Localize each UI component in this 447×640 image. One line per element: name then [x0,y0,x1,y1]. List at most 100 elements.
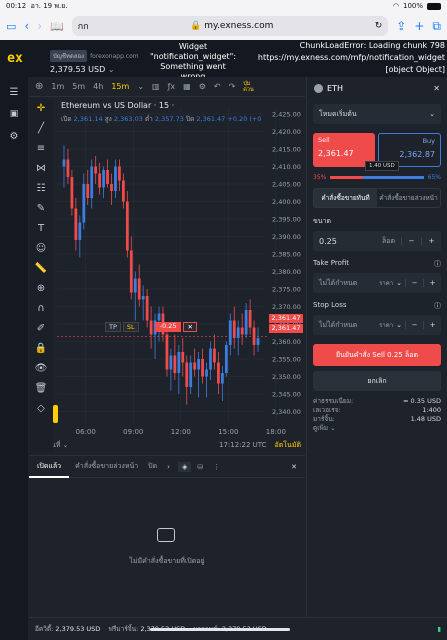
info-icon[interactable]: ⓘ [434,259,441,269]
candle-body [224,345,228,373]
calendar-icon[interactable]: ▣ [0,103,28,125]
settings-icon[interactable]: ⚙ [0,125,28,147]
layers-icon[interactable]: ◈ [177,461,192,472]
settings-icon[interactable]: ⚙ [199,82,206,91]
ohlc-label: เปิด [61,115,72,123]
crosshair-icon[interactable]: ✛ [29,98,53,118]
more-icon[interactable]: ⋮ [213,463,220,471]
sidebar-icon[interactable]: ▭ [6,20,16,33]
ruler-icon[interactable]: 📏 [29,258,53,278]
publish-button[interactable]: ปุ่ม ด่วน [243,81,253,93]
plus-button[interactable]: + [421,237,441,245]
tp-button[interactable]: TP [105,322,121,332]
indicators-icon[interactable]: ƒx [168,82,176,91]
new-tab-icon[interactable]: + [414,19,424,33]
star-icon[interactable]: ◇ [29,398,53,418]
cancel-button[interactable]: ยกเลิก [313,371,441,391]
fib-icon[interactable]: ☷ [29,178,53,198]
candle-body [220,373,224,384]
timeframe-5m[interactable]: 5m [72,82,85,91]
candle-body [205,369,208,377]
text-icon[interactable]: T [29,218,53,238]
price-tick-label: 2,415.00 [272,146,301,154]
tp-unit: ราคา [379,280,394,287]
sentiment-bar [330,176,424,179]
tab-market-order[interactable]: คำสั่งซื้อขายทันที [314,189,377,207]
pattern-icon[interactable]: ⋈ [29,158,53,178]
account-selector[interactable]: บัญชีทดลอง forexonapp.com 2,379.53 USD ⌄ [50,43,139,74]
plus-button[interactable]: + [423,321,441,329]
collapse-toolbar-handle[interactable] [53,405,58,423]
close-icon[interactable]: ✕ [291,463,297,471]
candle-body [114,166,117,191]
layout-icon[interactable]: ▦ [183,82,191,91]
price-chart[interactable]: 2,425.00 2,420.00 2,415.00 2,410.00 2,405.00… [29,97,305,457]
take-profit-field[interactable]: ไม่ได้กำหนด ราคา ⌄ − + [313,273,441,293]
url-text: my.exness.com [204,21,274,31]
chevron-down-icon[interactable]: ⌄ [137,82,144,91]
tab-closed[interactable]: ปิด [144,461,161,472]
error-line: https://my.exness.com/mfp/notification_w… [257,53,445,62]
address-bar[interactable]: กก 🔒 my.exness.com ↻ [71,16,389,36]
stop-loss-field[interactable]: ไม่ได้กำหนด ราคา ⌄ − + [313,315,441,335]
emoji-icon[interactable]: ☺ [29,238,53,258]
share-icon[interactable]: ⇪ [396,19,406,33]
trend-line-icon[interactable]: ╱ [29,118,53,138]
auto-scale-button[interactable]: อัตโนมัติ [275,440,301,451]
more-link[interactable]: ดูเพิ่ม [313,424,328,432]
chevron-right-icon[interactable]: › [167,463,170,471]
reader-icon[interactable]: 📖 [50,20,64,33]
order-info: ค่าธรรมเนียม: ≈ 0.35 USD เลเวอเรจ: 1:400 ม… [313,397,441,433]
info-icon[interactable]: ⓘ [434,301,441,311]
plus-button[interactable]: + [423,279,441,287]
order-mode-select[interactable]: โหมดเริ่มต้น ⌄ [313,104,441,124]
candle-body [86,184,90,198]
tab-open-positions[interactable]: เปิดแล้ว [29,456,70,478]
free-margin-label: ฟรีมาร์จิ้น: [108,625,139,633]
chevron-down-icon: ⌄ [396,279,402,287]
tab-pending-order[interactable]: คำสั่งซื้อขายล่วงหน้า [377,189,440,207]
time-tick-label: 06:00 [76,428,96,436]
minus-button[interactable]: − [405,279,423,287]
candle-body [106,170,109,184]
zoom-icon[interactable]: ⊕ [29,278,53,298]
lock-icon[interactable]: 🔒 [29,338,53,358]
archive-icon[interactable]: ⛁ [193,462,207,472]
candle-body [169,355,173,370]
add-symbol-icon[interactable]: ⊕ [35,81,43,92]
volume-field[interactable]: 0.25 ล็อต − + [313,231,441,251]
timeframe-4h[interactable]: 4h [93,82,103,91]
candle-body [185,362,189,387]
close-position-icon[interactable]: ✕ [183,322,197,332]
candle-body [177,352,181,373]
lock-drawings-icon[interactable]: ✐ [29,318,53,338]
timeframe-1m[interactable]: 1m [51,82,64,91]
utc-clock: 17:12:22 UTC [218,441,267,449]
candles-icon[interactable]: ▥ [152,82,160,91]
forward-icon[interactable]: › [37,19,42,33]
sl-button[interactable]: SL [122,322,139,332]
confirm-sell-button[interactable]: ยืนยันคำสั่ง Sell 0.25 ล็อต [313,344,441,366]
minus-button[interactable]: − [401,237,421,245]
minus-button[interactable]: − [405,321,423,329]
timeframe-15m[interactable]: 15m [111,82,129,91]
brush-icon[interactable]: ✎ [29,198,53,218]
trash-icon[interactable]: 🗑 [29,378,53,398]
text-size-button[interactable]: กก [78,19,89,33]
tab-pending-orders[interactable]: คำสั่งซื้อขายล่วงหน้า [69,461,144,472]
tabs-icon[interactable]: ⧉ [432,19,441,34]
redo-icon[interactable]: ↷ [229,82,236,91]
horizontal-lines-icon[interactable]: ≡ [29,138,53,158]
magnet-icon[interactable]: ∩ [29,298,53,318]
margin-label: มาร์จิ้น: [313,415,335,423]
sl-label: Stop Loss [313,301,347,309]
exness-logo[interactable]: ex [0,51,30,66]
close-icon[interactable]: ✕ [433,84,440,93]
reload-icon[interactable]: ↻ [375,21,383,31]
back-icon[interactable]: ‹ [24,19,29,33]
undo-icon[interactable]: ↶ [214,82,221,91]
eye-icon[interactable]: 👁 [29,358,53,378]
menu-icon[interactable]: ☰ [0,81,28,103]
volume-value: 0.25 [319,236,337,246]
price-tick-label: 2,420.00 [272,128,301,136]
